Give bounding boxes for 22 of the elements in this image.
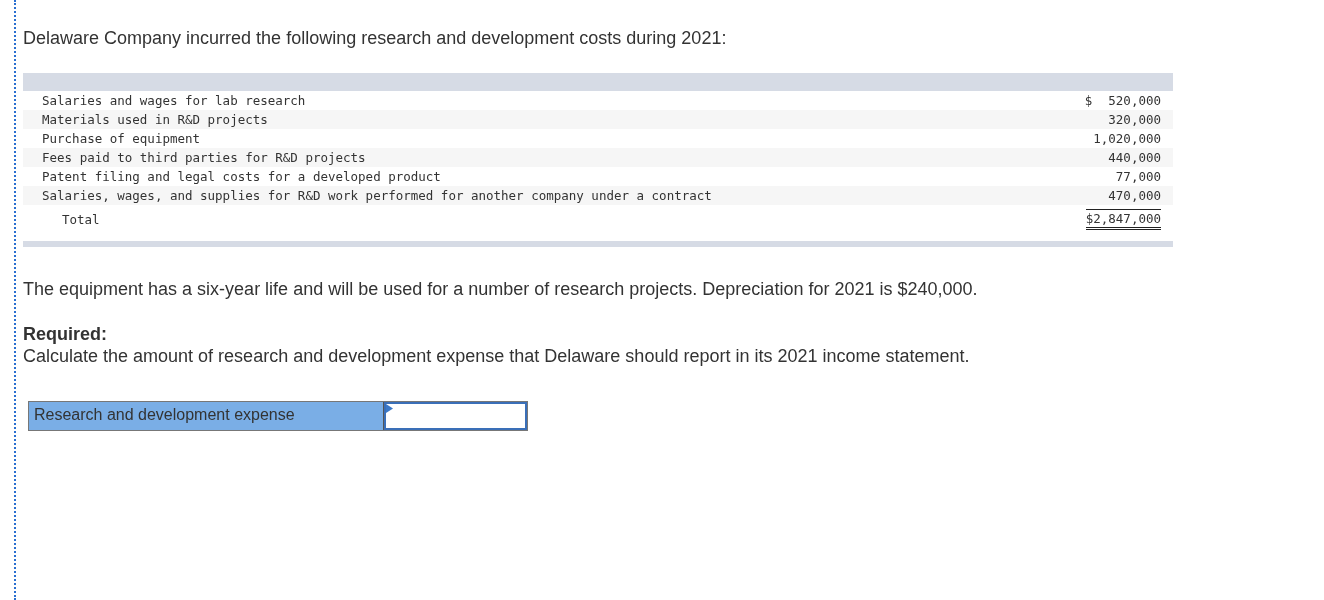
- answer-label: Research and development expense: [29, 402, 384, 430]
- cost-label: Purchase of equipment: [42, 131, 201, 146]
- required-text: Calculate the amount of research and development expense that Delaware should report in its 2021 income statement.: [23, 345, 971, 367]
- total-label: Total: [61, 211, 100, 227]
- cost-label: Salaries, wages, and supplies for R&D work performed for another company under a contract: [42, 188, 712, 203]
- cost-label: Salaries and wages for lab research: [42, 93, 306, 108]
- intro-text: Delaware Company incurred the following research and development costs during 2021:: [23, 28, 728, 49]
- cost-amount: 470,000: [1108, 188, 1161, 203]
- cost-amount: 1,020,000: [1093, 131, 1161, 146]
- input-field[interactable]: [384, 402, 527, 430]
- cost-label: Fees paid to third parties for R&D projects: [42, 150, 366, 165]
- required-heading: Required:: [23, 323, 108, 345]
- cost-label: Patent filing and legal costs for a developed product: [42, 169, 441, 184]
- cost-amount: 440,000: [1108, 150, 1161, 165]
- note-text: The equipment has a six-year life and will be used for a number of research projects. Depreciation for 2021 is $240,000.: [23, 279, 979, 300]
- cost-amount: 520,000: [1108, 93, 1161, 108]
- marker-icon: [386, 404, 393, 413]
- cost-amount: 320,000: [1108, 112, 1161, 127]
- total-amount: $2,847,000: [1085, 208, 1161, 230]
- cost-amount: 77,000: [1115, 169, 1161, 184]
- cost-label: Materials used in R&D projects: [42, 112, 268, 127]
- currency-sign: $: [1084, 93, 1093, 108]
